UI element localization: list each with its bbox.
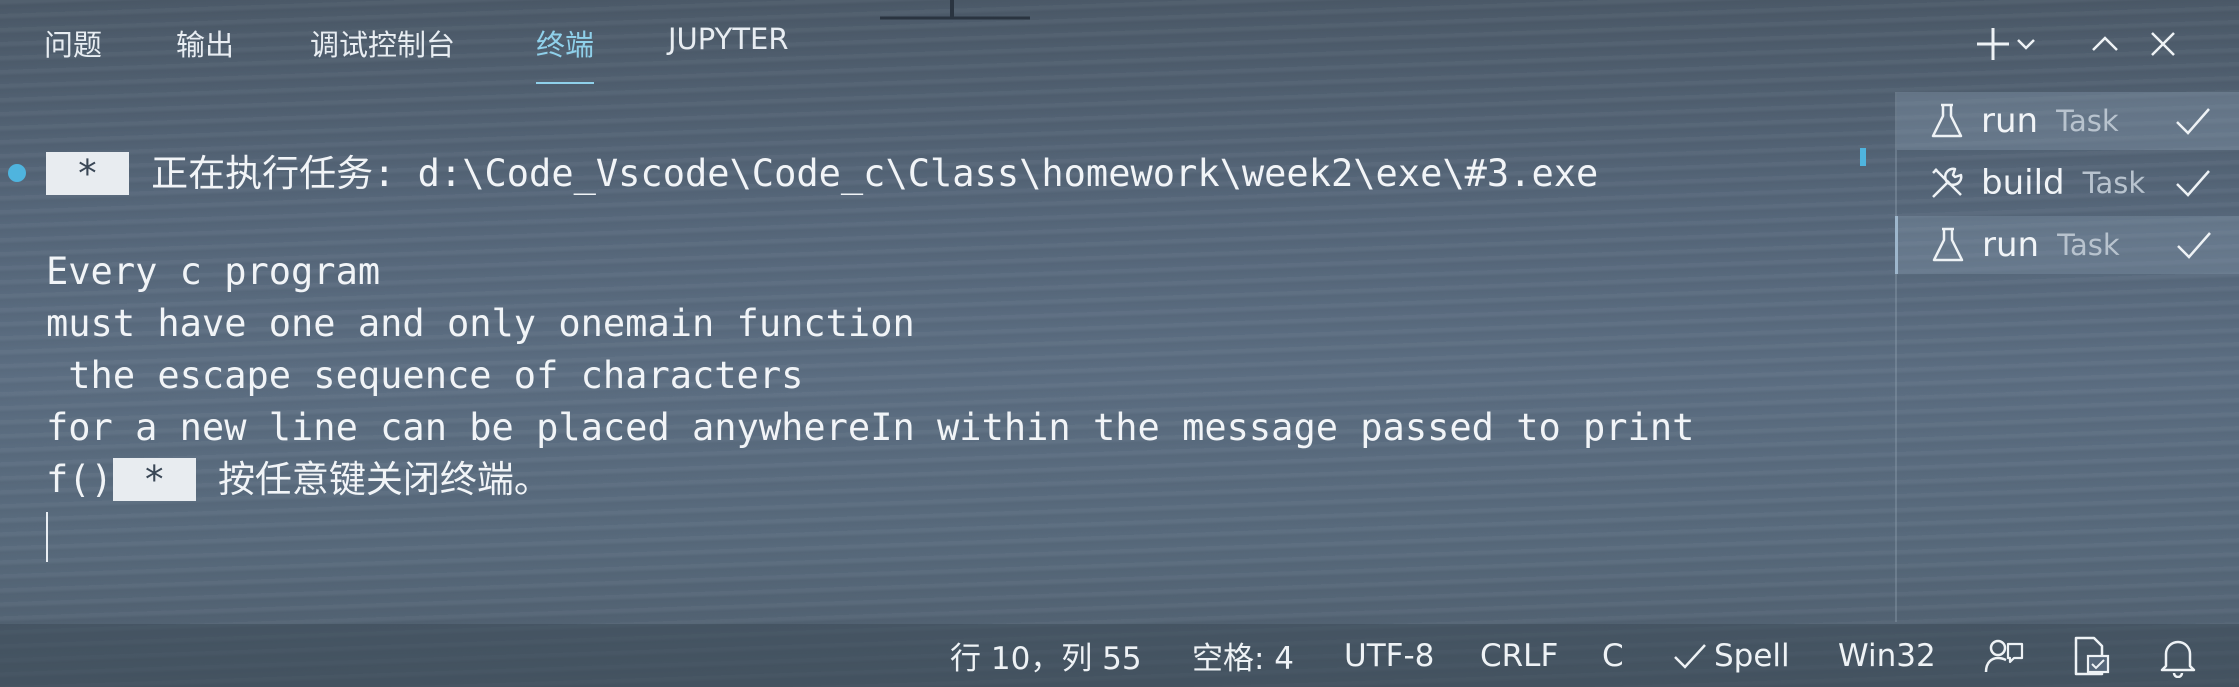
layout-document-icon[interactable] xyxy=(2068,634,2112,678)
plus-icon xyxy=(1977,28,2009,60)
terminal-output-line: the escape sequence of characters xyxy=(46,354,804,397)
spell-check-button[interactable]: Spell xyxy=(1672,624,1790,687)
panel-tab-bar: 问题 输出 调试控制台 终端 JUPYTER xyxy=(0,0,1880,90)
tab-terminal[interactable]: 终端 xyxy=(536,22,595,84)
terminal-output-line: must have one and only onemain function xyxy=(46,302,915,345)
task-type: Task xyxy=(2057,228,2120,262)
chevron-up-icon xyxy=(2092,36,2118,51)
maximize-panel-button[interactable] xyxy=(2081,14,2129,74)
task-marker: * xyxy=(46,152,129,195)
eol-setting[interactable]: CRLF xyxy=(1480,624,1558,687)
flask-icon xyxy=(1927,101,1967,141)
terminal-view[interactable]: * 正在执行任务: d:\Code_Vscode\Code_c\Class\ho… xyxy=(0,92,1880,622)
tab-problems[interactable]: 问题 xyxy=(44,22,102,64)
check-icon xyxy=(2177,232,2211,259)
panel-actions xyxy=(1969,14,2219,74)
status-bar: 行 10，列 55 空格: 4 UTF-8 CRLF C Spell Win32 xyxy=(0,624,2239,687)
task-header-text: 正在执行任务: d:\Code_Vscode\Code_c\Class\home… xyxy=(151,152,1599,195)
close-icon xyxy=(2151,32,2175,56)
check-icon xyxy=(2176,108,2210,135)
close-panel-button[interactable] xyxy=(2139,14,2187,74)
language-mode[interactable]: C xyxy=(1602,624,1624,687)
task-status-dot xyxy=(8,164,26,182)
platform-indicator[interactable]: Win32 xyxy=(1838,624,1936,687)
task-item-run[interactable]: run Task xyxy=(1897,92,2239,150)
close-marker: * xyxy=(112,458,196,501)
encoding-setting[interactable]: UTF-8 xyxy=(1344,624,1434,687)
task-item-build[interactable]: build Task xyxy=(1897,154,2239,212)
task-header-line: * 正在执行任务: d:\Code_Vscode\Code_c\Class\ho… xyxy=(46,148,1598,200)
task-name: run xyxy=(1981,101,2039,141)
tab-output[interactable]: 输出 xyxy=(176,22,234,64)
task-item-run-active[interactable]: run Task xyxy=(1895,216,2239,274)
tab-jupyter[interactable]: JUPYTER xyxy=(668,22,789,56)
task-name: run xyxy=(1982,225,2040,265)
task-type: Task xyxy=(2082,166,2146,200)
tab-debug-console[interactable]: 调试控制台 xyxy=(310,22,455,64)
scrollbar-marker xyxy=(1860,148,1866,166)
feedback-icon[interactable] xyxy=(1982,634,2026,678)
spell-label: Spell xyxy=(1714,637,1790,674)
terminal-output-line: Every c program xyxy=(46,250,381,293)
task-type: Task xyxy=(2056,104,2119,138)
terminal-profile-dropdown[interactable] xyxy=(2009,14,2043,74)
terminal-task-list: run Task build Task run Task xyxy=(1895,92,2239,622)
tools-icon xyxy=(1927,163,1967,203)
terminal-cursor xyxy=(46,512,48,562)
close-message: 按任意键关闭终端。 xyxy=(217,458,551,501)
check-icon xyxy=(2176,170,2210,197)
chevron-down-icon xyxy=(2017,39,2035,50)
cursor-position[interactable]: 行 10，列 55 xyxy=(950,624,1142,687)
check-icon xyxy=(1674,643,1706,669)
indentation-setting[interactable]: 空格: 4 xyxy=(1192,624,1294,687)
terminal-output-line: for a new line can be placed anywhereIn … xyxy=(46,406,1695,449)
output-line-prefix: f() xyxy=(46,458,113,501)
notification-bell-icon[interactable] xyxy=(2156,634,2200,678)
terminal-close-line: f() * 按任意键关闭终端。 xyxy=(46,454,551,506)
task-name: build xyxy=(1981,163,2065,203)
flask-icon xyxy=(1928,225,1968,265)
